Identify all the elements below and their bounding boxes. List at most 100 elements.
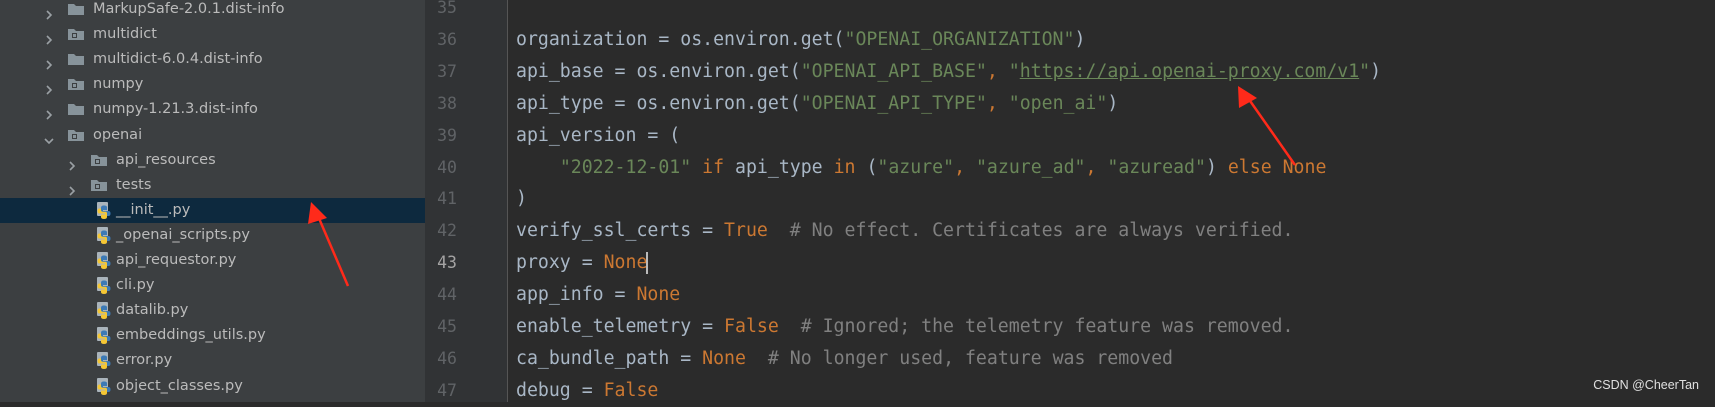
code-line[interactable]: "2022-12-01" if api_type in ("azure", "a… (516, 152, 1327, 184)
watermark-text: CSDN @CheerTan (1593, 378, 1699, 392)
chevron-right-icon[interactable] (67, 180, 77, 196)
line-number: 37 (437, 61, 457, 81)
code-token: , (986, 60, 1009, 82)
url-link[interactable]: https://api.openai-proxy.com/v1 (1020, 61, 1359, 82)
code-token: # No effect. Certificates are always ver… (767, 220, 1294, 242)
code-token: verify_ssl_certs = (516, 220, 725, 242)
tree-item[interactable]: cli.py (0, 273, 425, 298)
code-token: else None (1227, 156, 1327, 178)
code-token: if (691, 156, 736, 178)
code-line[interactable]: api_base = os.environ.get("OPENAI_API_BA… (516, 56, 1381, 88)
folder-icon (67, 1, 85, 17)
code-token: # No longer used, feature was removed (745, 347, 1174, 369)
tree-item[interactable]: multidict-6.0.4.dist-info (0, 47, 425, 72)
tree-item[interactable]: openai (0, 123, 425, 148)
tree-item-label: numpy-1.21.3.dist-info (93, 101, 258, 118)
code-token: # Ignored; the telemetry feature was rem… (778, 316, 1294, 337)
code-token: , (986, 92, 1009, 114)
code-line[interactable]: ) (516, 183, 527, 215)
python-file-icon (95, 251, 113, 269)
code-token: "2022-12-01" (559, 156, 692, 178)
python-file-icon (95, 301, 113, 320)
code-token: None (603, 252, 648, 274)
code-token: organization = os.environ.get( (516, 28, 845, 50)
tree-item-label: MarkupSafe-2.0.1.dist-info (93, 1, 285, 17)
chevron-right-icon[interactable] (44, 4, 54, 20)
code-token: , (954, 156, 976, 178)
code-token: None (702, 347, 746, 369)
tree-item[interactable]: object_classes.py (0, 374, 425, 399)
tree-item-label: numpy (93, 76, 144, 93)
tree-item-label: _openai_scripts.py (116, 226, 250, 243)
tree-item[interactable]: __init__.py (0, 197, 425, 223)
code-token: "OPENAI_API_TYPE" (800, 92, 987, 114)
code-token: " (1008, 60, 1020, 82)
tree-item[interactable]: tests (0, 173, 425, 198)
code-token: api_base = os.environ.get( (516, 60, 801, 82)
code-token: ) (1107, 92, 1119, 114)
tree-item[interactable]: api_resources (0, 148, 425, 173)
code-line[interactable]: api_version = ( (516, 120, 680, 152)
code-line[interactable]: api_type = os.environ.get("OPENAI_API_TY… (516, 88, 1118, 120)
folder-icon (67, 51, 85, 67)
tree-item-label: tests (116, 176, 152, 193)
code-token: ( (866, 156, 878, 178)
project-tree: MarkupSafe-2.0.1.dist-info multidict multi… (0, 0, 425, 402)
package-folder-icon (90, 152, 108, 168)
code-token: in (833, 156, 867, 178)
tree-item[interactable]: multidict (0, 22, 425, 47)
code-token: "azure_ad" (975, 156, 1086, 178)
line-number: 42 (437, 221, 457, 241)
python-file-icon (95, 201, 113, 219)
tree-item[interactable]: numpy-1.21.3.dist-info (0, 97, 425, 122)
code-token: True (724, 220, 768, 242)
code-token: api_type = os.environ.get( (516, 92, 801, 114)
chevron-right-icon[interactable] (44, 29, 54, 45)
tree-item-label: openai (93, 126, 143, 143)
tree-item-label: object_classes.py (116, 377, 243, 394)
line-number: 36 (437, 29, 457, 49)
code-line[interactable]: proxy = None (516, 247, 649, 279)
tree-item-label: api_resources (116, 151, 216, 168)
chevron-right-icon[interactable] (44, 79, 54, 95)
code-token: app_info = (516, 284, 637, 306)
line-number: 44 (437, 285, 457, 305)
code-token: proxy = (516, 252, 604, 274)
code-token: ca_bundle_path = (516, 347, 703, 369)
chevron-right-icon[interactable] (67, 155, 77, 171)
code-token: debug = (516, 379, 604, 401)
code-line[interactable]: app_info = None (516, 279, 680, 311)
code-token: ) (1074, 28, 1086, 50)
tree-item-label: multidict (93, 26, 157, 43)
code-token: " (1359, 60, 1371, 82)
code-token: "OPENAI_ORGANIZATION" (844, 28, 1075, 50)
chevron-down-icon[interactable] (44, 130, 54, 144)
line-number: 39 (437, 125, 457, 145)
chevron-right-icon[interactable] (44, 104, 54, 120)
python-file-icon (95, 276, 113, 295)
code-line[interactable]: organization = os.environ.get("OPENAI_OR… (516, 24, 1085, 56)
tree-item[interactable]: embeddings_utils.py (0, 323, 425, 348)
tree-item[interactable]: api_requestor.py (0, 248, 425, 273)
tree-item-label: error.py (116, 352, 173, 369)
code-line[interactable]: enable_telemetry = False # Ignored; the … (516, 311, 1293, 343)
tree-item[interactable]: error.py (0, 348, 425, 373)
code-token: , (1085, 156, 1108, 178)
line-number: 35 (437, 0, 457, 17)
code-token: ) (1370, 60, 1382, 82)
code-token: "OPENAI_API_BASE" (800, 60, 987, 82)
tree-item[interactable]: MarkupSafe-2.0.1.dist-info (0, 0, 425, 22)
tree-item-label: multidict-6.0.4.dist-info (93, 51, 263, 68)
package-folder-icon (67, 76, 85, 92)
code-token: False (603, 379, 659, 401)
code-token: "azure" (877, 156, 955, 178)
tree-item[interactable]: datalib.py (0, 298, 425, 323)
line-number: 43 (437, 253, 457, 273)
tree-item-label: datalib.py (116, 302, 189, 319)
code-line[interactable]: ca_bundle_path = None # No longer used, … (516, 343, 1173, 375)
tree-item[interactable]: _openai_scripts.py (0, 223, 425, 248)
tree-item-label: embeddings_utils.py (116, 327, 266, 344)
tree-item[interactable]: numpy (0, 72, 425, 97)
code-line[interactable]: verify_ssl_certs = True # No effect. Cer… (516, 215, 1293, 247)
chevron-right-icon[interactable] (44, 54, 54, 70)
